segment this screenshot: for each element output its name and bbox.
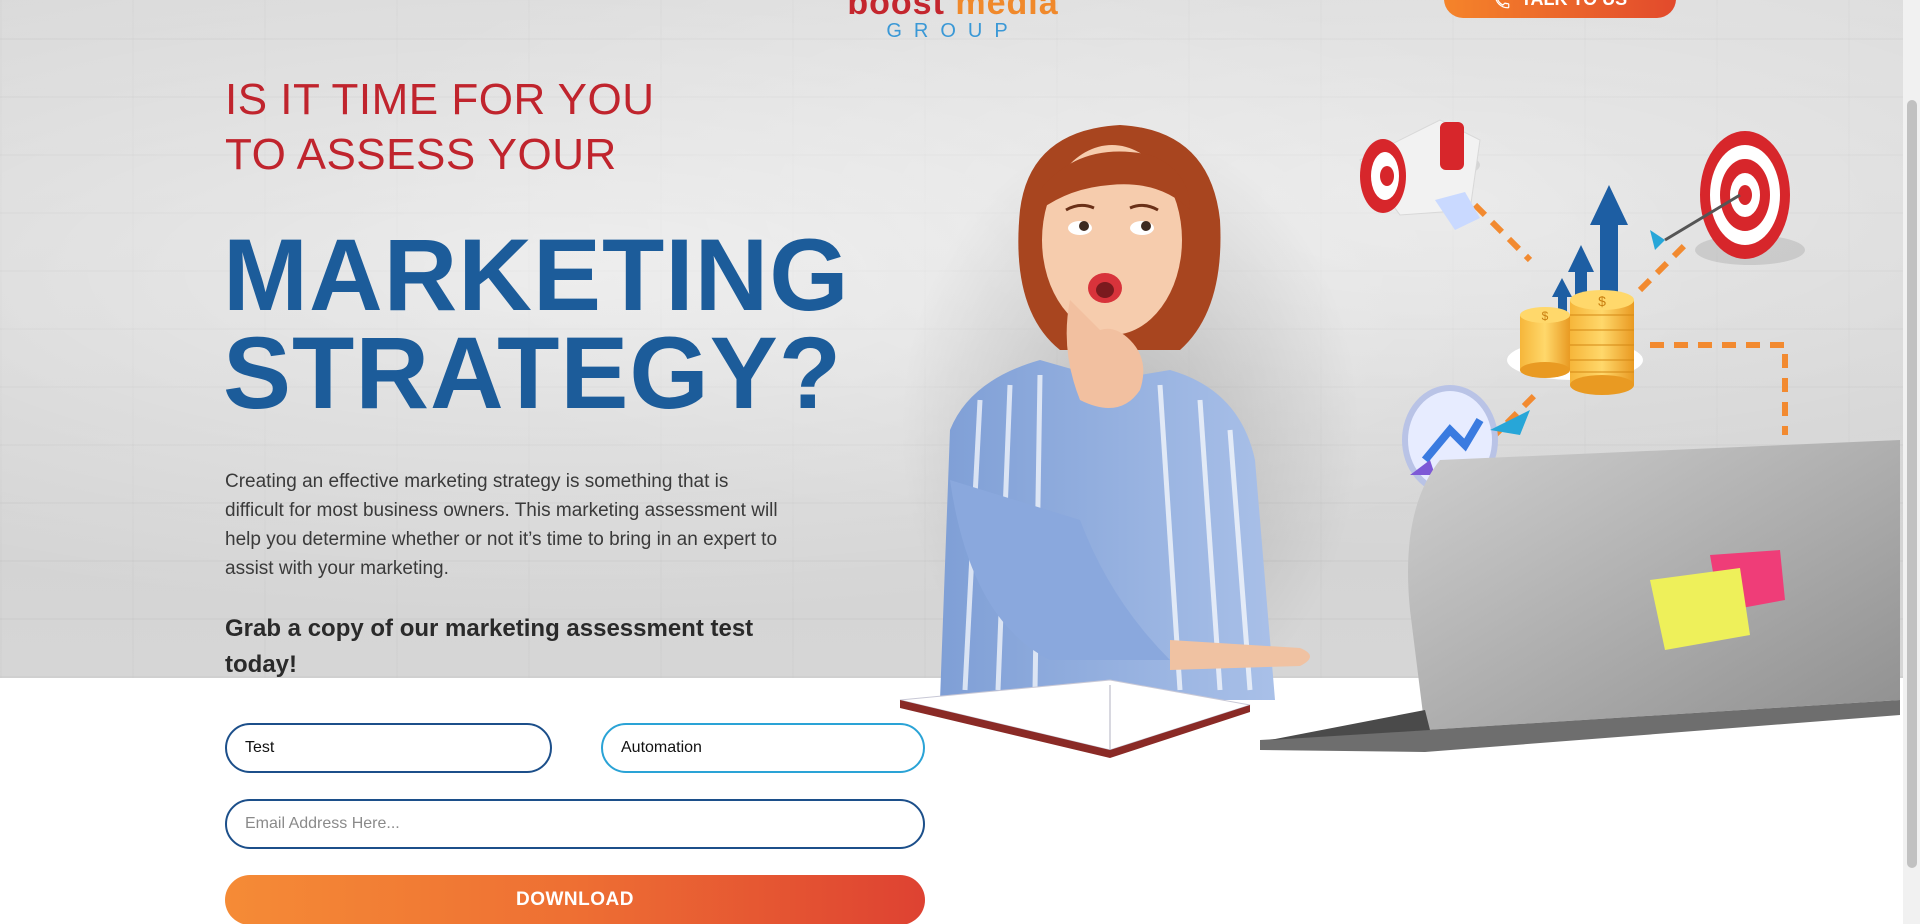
hero-subhead: IS IT TIME FOR YOU TO ASSESS YOUR	[225, 72, 845, 182]
logo-word-media: media	[955, 0, 1059, 22]
megaphone-icon	[1359, 119, 1481, 230]
phone-icon	[1495, 0, 1510, 9]
page-scrollbar[interactable]	[1903, 0, 1920, 924]
header-cta-label: TALK TO US	[1521, 0, 1627, 10]
first-name-input[interactable]	[225, 723, 552, 773]
hero-subhead-line1: IS IT TIME FOR YOU	[225, 75, 655, 124]
hero-headline-line2: STRATEGY?	[223, 316, 843, 430]
last-name-input[interactable]	[601, 723, 925, 773]
header-cta-button[interactable]: TALK TO US	[1444, 0, 1676, 18]
svg-text:$: $	[1542, 309, 1549, 323]
landing-page: boost media GROUP TALK TO US IS IT TIME …	[0, 0, 1920, 924]
brand-logo[interactable]: boost media GROUP	[818, 0, 1088, 42]
email-input[interactable]	[225, 799, 925, 849]
coins-icon: $ $	[1507, 290, 1643, 395]
hero-cta-text: Grab a copy of our marketing assessment …	[225, 615, 754, 678]
svg-text:$: $	[1598, 293, 1606, 309]
hero-headline: MARKETING STRATEGY?	[223, 224, 883, 424]
laptop-icon	[1260, 440, 1900, 752]
hero-subhead-line2: TO ASSESS YOUR	[225, 130, 617, 179]
scrollbar-thumb[interactable]	[1907, 100, 1917, 868]
hero-description: Creating an effective marketing strategy…	[225, 471, 778, 579]
hero-headline-line1: MARKETING	[223, 218, 850, 332]
logo-group-text: GROUP	[886, 20, 1020, 42]
target-icon	[1650, 131, 1805, 265]
hero-illustration: $ $	[899, 119, 1900, 758]
download-button[interactable]: DOWNLOAD	[225, 875, 925, 924]
logo-word-boost: boost	[847, 0, 945, 22]
